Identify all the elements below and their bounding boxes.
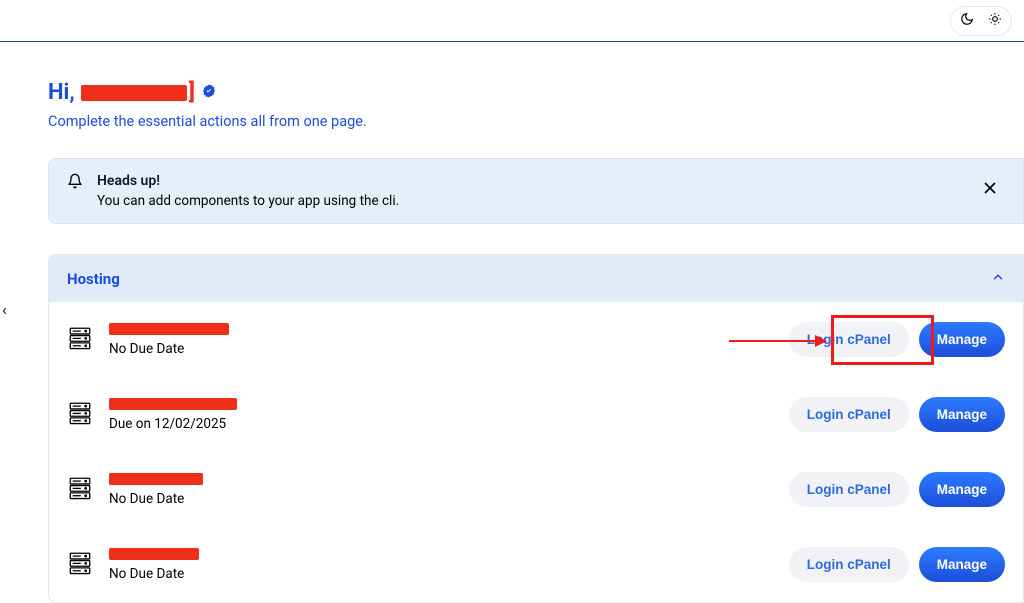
page-subtitle: Complete the essential actions all from … (48, 113, 1024, 130)
chevron-up-icon (991, 269, 1005, 288)
hosting-section-title: Hosting (67, 270, 120, 288)
login-cpanel-button[interactable]: Login cPanel (789, 472, 909, 507)
server-icon (67, 325, 93, 355)
verified-icon (201, 83, 217, 103)
hosting-row: No Due Date Login cPanel Manage (49, 452, 1023, 527)
server-icon (67, 550, 93, 580)
server-icon (67, 400, 93, 430)
hosting-row: No Due Date Login cPanel Manage (49, 302, 1023, 377)
login-cpanel-button[interactable]: Login cPanel (789, 322, 909, 357)
sun-icon (988, 12, 1002, 29)
moon-icon (960, 12, 974, 29)
bell-icon (67, 173, 83, 193)
redacted-hostname (109, 473, 203, 485)
hosting-row: No Due Date Login cPanel Manage (49, 527, 1023, 602)
redacted-trailing-mark: ] (189, 85, 195, 101)
truncated-chevron-icon: ‹ (2, 300, 7, 319)
hosting-due-date: Due on 12/02/2025 (109, 416, 773, 432)
hosting-due-date: No Due Date (109, 491, 773, 507)
login-cpanel-button[interactable]: Login cPanel (789, 547, 909, 582)
dark-mode-button[interactable] (953, 9, 981, 33)
manage-button[interactable]: Manage (919, 397, 1005, 432)
page-greeting: Hi, ] (48, 80, 1024, 105)
info-alert: Heads up! You can add components to your… (48, 158, 1024, 224)
manage-button[interactable]: Manage (919, 547, 1005, 582)
close-alert-button[interactable] (975, 173, 1005, 207)
server-icon (67, 475, 93, 505)
close-icon (981, 179, 999, 201)
manage-button[interactable]: Manage (919, 472, 1005, 507)
greeting-prefix: Hi, (48, 80, 75, 105)
login-cpanel-button[interactable]: Login cPanel (789, 397, 909, 432)
redacted-hostname (109, 548, 199, 560)
redacted-hostname (109, 323, 229, 335)
hosting-section-header[interactable]: Hosting (49, 255, 1023, 302)
hosting-due-date: No Due Date (109, 566, 773, 582)
hosting-section: Hosting No Due Date Login cPanel Manage … (48, 254, 1024, 603)
redacted-username (81, 85, 187, 101)
redacted-hostname (109, 398, 237, 410)
alert-title: Heads up! (97, 173, 961, 189)
hosting-due-date: No Due Date (109, 341, 773, 357)
hosting-row: Due on 12/02/2025 Login cPanel Manage (49, 377, 1023, 452)
light-mode-button[interactable] (981, 9, 1009, 33)
alert-message: You can add components to your app using… (97, 193, 961, 209)
theme-switcher (950, 6, 1012, 36)
manage-button[interactable]: Manage (919, 322, 1005, 357)
